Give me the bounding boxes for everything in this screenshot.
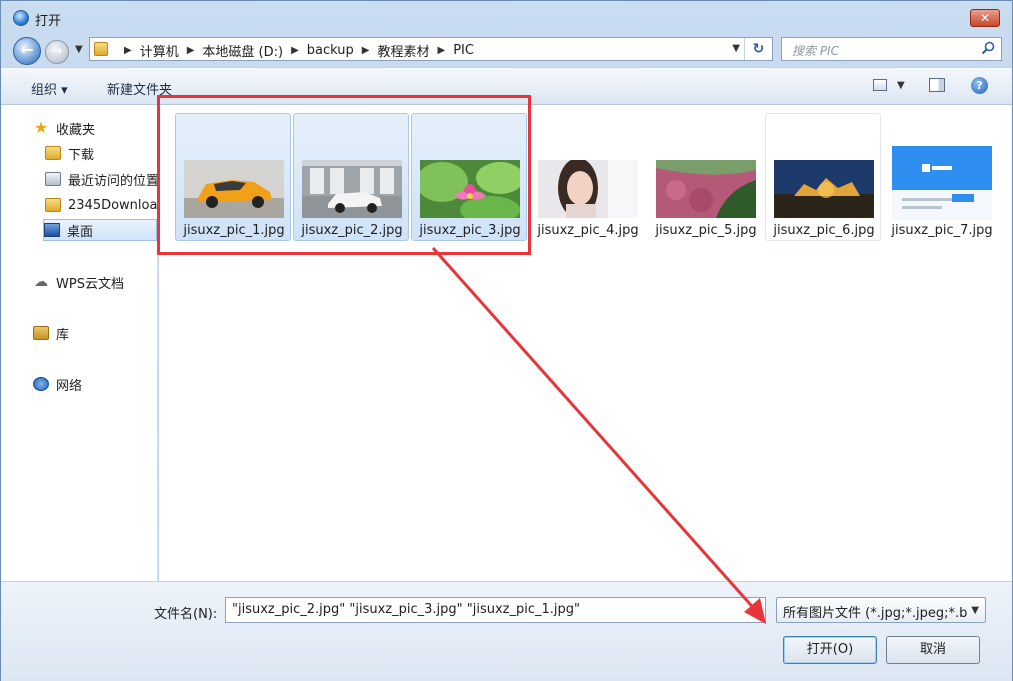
nav-item-label: 下载: [68, 147, 95, 163]
filename-dropdown-icon[interactable]: ▼: [753, 606, 761, 617]
library-icon: [33, 326, 49, 340]
file-name: jisuxz_pic_1.jpg: [183, 223, 285, 238]
thumbnail-software-screenshot: [892, 146, 992, 220]
open-button[interactable]: 打开(O): [783, 636, 877, 664]
star-icon: ★: [33, 118, 49, 137]
chevron-down-icon: ▼: [971, 605, 979, 616]
back-button[interactable]: ←: [13, 37, 41, 65]
search-icon[interactable]: [981, 41, 995, 55]
breadcrumb-separator-icon[interactable]: ▶: [430, 45, 454, 56]
thumbnail-orange-suv: [184, 160, 284, 218]
breadcrumb-separator-icon[interactable]: ▶: [354, 45, 378, 56]
organize-menu[interactable]: 组织 ▾: [31, 79, 68, 98]
file-tile-pic-3[interactable]: jisuxz_pic_3.jpg: [411, 113, 527, 241]
thumbnail-flower-field: [656, 160, 756, 218]
file-type-select[interactable]: 所有图片文件 (*.jpg;*.jpeg;*.b ▼: [776, 597, 986, 623]
file-tile-pic-7[interactable]: jisuxz_pic_7.jpg: [883, 113, 999, 241]
nav-item-label: 桌面: [67, 224, 94, 240]
download-folder-icon: [45, 146, 61, 160]
address-bar[interactable]: ▶ 计算机 ▶ 本地磁盘 (D:) ▶ backup ▶ 教程素材 ▶ PIC …: [89, 37, 773, 61]
breadcrumb-drive-d[interactable]: 本地磁盘 (D:): [202, 41, 283, 60]
nav-item-favorites[interactable]: ★ 收藏夹: [33, 117, 157, 139]
cancel-button[interactable]: 取消: [886, 636, 980, 664]
nav-item-libraries[interactable]: 库: [33, 322, 157, 344]
nav-item-label: 2345Downloads: [68, 197, 169, 213]
nav-item-network[interactable]: 网络: [33, 373, 157, 395]
search-box[interactable]: 搜索 PIC: [781, 37, 1002, 61]
address-dropdown-icon[interactable]: ▼: [732, 43, 740, 54]
nav-item-recent-places[interactable]: 最近访问的位置: [45, 168, 169, 190]
navigation-pane: ★ 收藏夹 下载 最近访问的位置 2345Downloads 桌面 ☁ WPS云…: [1, 105, 169, 581]
filename-input[interactable]: "jisuxz_pic_2.jpg" "jisuxz_pic_3.jpg" "j…: [225, 597, 766, 623]
refresh-icon: ↻: [752, 41, 765, 57]
nav-item-wps-cloud[interactable]: ☁ WPS云文档: [33, 271, 157, 293]
breadcrumb-separator-icon[interactable]: ▶: [179, 45, 203, 56]
file-type-value: 所有图片文件 (*.jpg;*.jpeg;*.b: [783, 606, 968, 621]
nav-item-desktop[interactable]: 桌面: [43, 219, 157, 241]
recent-pages-dropdown-icon[interactable]: ▼: [75, 44, 83, 55]
open-file-dialog: 打开 ✕ ← → ▼ ▶ 计算机 ▶ 本地磁盘 (D:) ▶ backup ▶ …: [0, 0, 1013, 681]
window-title: 打开: [35, 14, 62, 29]
file-tile-pic-6[interactable]: jisuxz_pic_6.jpg: [765, 113, 881, 241]
breadcrumb-computer[interactable]: 计算机: [140, 41, 179, 60]
thumbnail-night-castle: [774, 160, 874, 218]
network-icon: [33, 377, 49, 391]
thumbnail-white-sportscar: [302, 160, 402, 218]
thumbnail-portrait: [538, 160, 638, 218]
command-bar: 组织 ▾ 新建文件夹 ▼ ?: [1, 67, 1012, 105]
breadcrumb-pic[interactable]: PIC: [453, 43, 474, 58]
app-icon: [13, 10, 29, 26]
breadcrumb-tutorial-materials[interactable]: 教程素材: [378, 41, 430, 60]
new-folder-button[interactable]: 新建文件夹: [107, 79, 172, 98]
dialog-footer: 文件名(N): "jisuxz_pic_2.jpg" "jisuxz_pic_3…: [1, 581, 1012, 681]
file-tile-pic-2[interactable]: jisuxz_pic_2.jpg: [293, 113, 409, 241]
nav-item-label: WPS云文档: [56, 276, 124, 292]
view-dropdown-icon[interactable]: ▼: [897, 80, 905, 91]
refresh-button[interactable]: ↻: [744, 38, 772, 60]
file-name: jisuxz_pic_3.jpg: [419, 223, 521, 238]
folder-icon: [94, 42, 108, 56]
title-bar: 打开 ✕: [1, 1, 1012, 33]
file-list: jisuxz_pic_1.jpg jisuxz_pic_2.jpg jisuxz…: [159, 105, 1012, 581]
breadcrumb-backup[interactable]: backup: [307, 43, 354, 58]
back-arrow-icon: ←: [20, 40, 34, 59]
file-name: jisuxz_pic_2.jpg: [301, 223, 403, 238]
preview-pane-icon[interactable]: [929, 78, 945, 92]
file-name: jisuxz_pic_5.jpg: [655, 223, 757, 238]
cloud-icon: ☁: [34, 274, 48, 290]
thumbnail-lotus-flower: [420, 160, 520, 218]
breadcrumb-separator-icon[interactable]: ▶: [116, 45, 140, 56]
nav-item-2345downloads[interactable]: 2345Downloads: [45, 194, 169, 216]
file-name: jisuxz_pic_4.jpg: [537, 223, 639, 238]
nav-item-label: 网络: [56, 378, 83, 394]
nav-item-downloads[interactable]: 下载: [45, 142, 169, 164]
address-row: ← → ▼ ▶ 计算机 ▶ 本地磁盘 (D:) ▶ backup ▶ 教程素材 …: [1, 33, 1012, 65]
help-icon[interactable]: ?: [971, 77, 988, 94]
file-name: jisuxz_pic_7.jpg: [891, 223, 993, 238]
change-view-icon[interactable]: [873, 79, 887, 91]
nav-item-label: 库: [56, 327, 70, 343]
folder-icon: [45, 198, 61, 212]
file-tile-pic-4[interactable]: jisuxz_pic_4.jpg: [529, 113, 645, 241]
forward-arrow-icon: →: [51, 44, 63, 59]
file-tile-pic-5[interactable]: jisuxz_pic_5.jpg: [647, 113, 763, 241]
forward-button[interactable]: →: [45, 40, 69, 64]
breadcrumb: ▶ 计算机 ▶ 本地磁盘 (D:) ▶ backup ▶ 教程素材 ▶ PIC: [116, 41, 474, 60]
file-tile-pic-1[interactable]: jisuxz_pic_1.jpg: [175, 113, 291, 241]
close-button[interactable]: ✕: [970, 9, 1000, 27]
filename-label: 文件名(N):: [154, 607, 218, 622]
breadcrumb-separator-icon[interactable]: ▶: [283, 45, 307, 56]
desktop-icon: [44, 223, 60, 237]
file-name: jisuxz_pic_6.jpg: [773, 223, 875, 238]
nav-item-label: 最近访问的位置: [68, 173, 160, 189]
recent-places-icon: [45, 172, 61, 186]
search-placeholder: 搜索 PIC: [792, 44, 839, 58]
nav-item-label: 收藏夹: [56, 122, 96, 138]
